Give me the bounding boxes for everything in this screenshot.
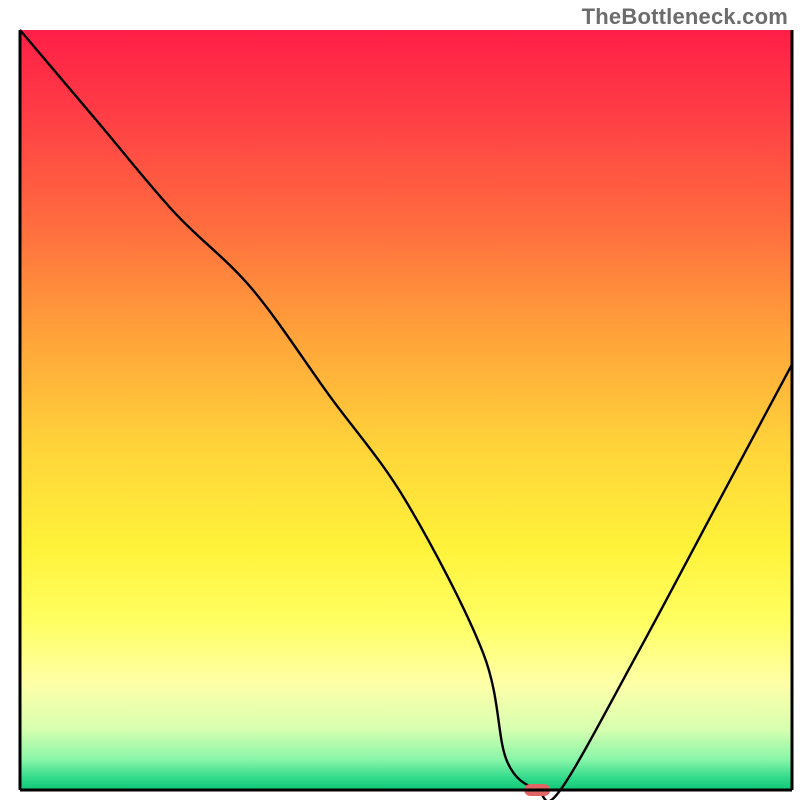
gradient-background	[20, 30, 792, 790]
chart-container: TheBottleneck.com	[0, 0, 800, 800]
bottleneck-chart	[0, 0, 800, 800]
